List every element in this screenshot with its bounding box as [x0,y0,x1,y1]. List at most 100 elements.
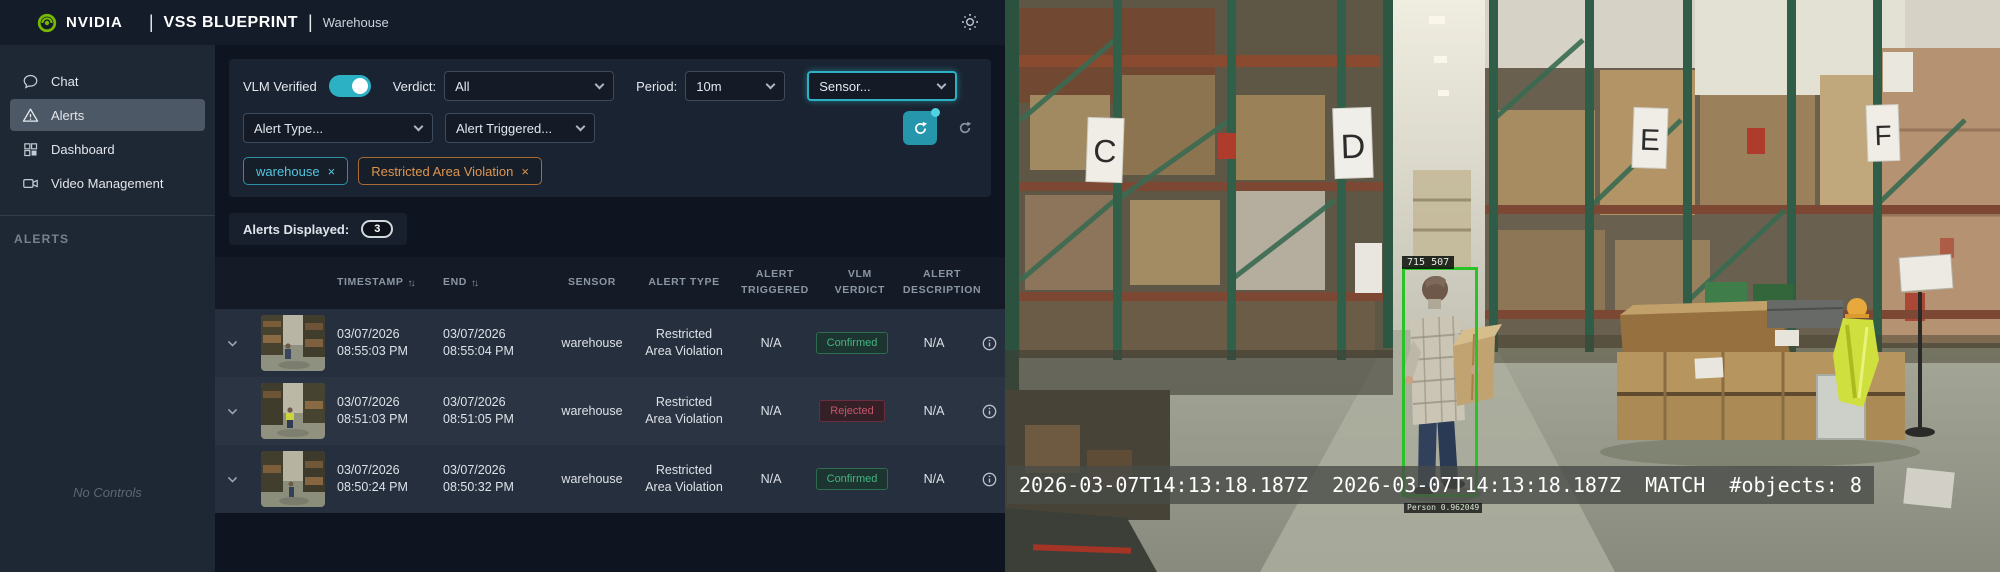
refresh-button[interactable] [953,116,977,140]
chevron-down-icon [575,121,586,131]
verdict-value: All [455,78,470,94]
header-label: END [443,276,467,289]
header-end: END ↑↓ [443,275,549,291]
alert-start-time: 08:55:03 PM [337,344,408,358]
alert-sensor: warehouse [561,471,623,486]
row-info-button[interactable] [973,336,1005,351]
chevron-down-icon [594,79,605,89]
nvidia-eye-icon [37,13,57,32]
video-camera-icon [23,178,38,188]
alert-type: Restricted Area Violation [645,395,723,426]
sidebar-item-dashboard[interactable]: Dashboard [10,133,205,165]
alert-row[interactable]: 03/07/2026 08:55:03 PM 03/07/2026 08:55:… [215,309,1005,377]
header-label: TIMESTAMP [337,276,404,289]
alerts-count-badge: 3 [361,220,394,238]
sort-icon[interactable]: ↑↓ [471,276,479,291]
period-value: 10m [696,78,722,94]
alert-thumbnail[interactable] [261,383,325,439]
filter-tag-restricted-area-violation[interactable]: Restricted Area Violation × [358,157,542,185]
theme-toggle-button[interactable] [957,9,983,35]
alerts-summary: Alerts Displayed: 3 [229,213,991,245]
alert-triggered: N/A [760,335,782,350]
title-separator: | [308,12,313,32]
alert-row[interactable]: 03/07/2026 08:51:03 PM 03/07/2026 08:51:… [215,377,1005,445]
vlm-verdict-badge: Confirmed [815,467,889,491]
sidebar-item-label: Chat [51,73,79,89]
alert-end-time: 08:50:32 PM [443,480,514,494]
refresh-icon [914,121,927,134]
header-timestamp: TIMESTAMP ↑↓ [337,275,443,291]
alert-start-date: 03/07/2026 [337,395,400,410]
sidebar-item-alerts[interactable]: Alerts [10,99,205,131]
header-sensor: SENSOR [568,276,616,289]
period-label: Period: [636,78,678,94]
sidebar-item-label: Video Management [51,175,164,191]
sidebar: Chat Alerts Dashboard Video Management A… [0,45,215,572]
remove-tag-icon[interactable]: × [521,164,529,179]
info-icon [982,472,996,486]
sun-icon [961,13,979,31]
verdict-select[interactable]: All [444,71,615,101]
alert-sensor: warehouse [561,403,623,418]
person-confidence-label: Person 0.962049 [1404,503,1483,513]
header-alert-triggered: ALERT TRIGGERED [741,268,809,296]
chevron-down-icon [227,340,237,347]
filter-card: VLM Verified Verdict: All Period: 10m Se… [229,59,991,197]
header-vlm-verdict: VLM VERDICT [834,268,885,296]
vlm-verified-toggle[interactable] [328,75,371,97]
expand-row-button[interactable] [215,473,249,486]
rack-sign-e: E [1639,124,1660,158]
alerts-panel: VLM Verified Verdict: All Period: 10m Se… [215,45,1005,572]
top-bar: NVIDIA | VSS BLUEPRINT | Warehouse [0,0,1005,45]
alert-end-date: 03/07/2026 [443,327,506,342]
alert-type: Restricted Area Violation [645,327,723,358]
expand-row-button[interactable] [215,405,249,418]
alert-triggered-select[interactable]: Alert Triggered... [445,113,595,143]
toggle-knob [351,78,368,94]
table-header-row: TIMESTAMP ↑↓ END ↑↓ SENSOR ALERT TYPE AL… [215,257,1005,309]
alert-triangle-icon [22,107,39,122]
refresh-status-dot [931,108,940,117]
sensor-select[interactable]: Sensor... [807,71,958,101]
alert-description: N/A [923,403,945,418]
chevron-down-icon [227,408,237,415]
expand-row-button[interactable] [215,337,249,350]
app-title: VSS BLUEPRINT [163,13,299,31]
header-alert-type: ALERT TYPE [648,276,720,289]
sidebar-item-video-management[interactable]: Video Management [10,167,205,199]
filter-tag-warehouse[interactable]: warehouse × [243,157,349,185]
alert-triggered: N/A [760,471,782,486]
sidebar-footer-note: No Controls [73,485,142,500]
alert-description: N/A [923,471,945,486]
tag-label: Restricted Area Violation [371,163,514,179]
alert-start-date: 03/07/2026 [337,463,400,478]
sidebar-item-chat[interactable]: Chat [10,65,205,97]
alert-triggered: N/A [760,403,782,418]
chevron-down-icon [413,121,424,131]
title-separator: | [148,12,154,32]
vlm-verdict-badge: Rejected [819,399,885,423]
alert-start-time: 08:50:24 PM [337,480,408,494]
alert-thumbnail[interactable] [261,451,325,507]
alert-type-select[interactable]: Alert Type... [243,113,433,143]
alert-end-time: 08:55:04 PM [443,344,514,358]
alert-end-date: 03/07/2026 [443,463,506,478]
sidebar-item-label: Dashboard [51,141,115,157]
sort-icon[interactable]: ↑↓ [407,276,415,291]
row-info-button[interactable] [973,472,1005,487]
period-select[interactable]: 10m [685,71,786,101]
alert-end-date: 03/07/2026 [443,395,506,410]
tag-label: warehouse [256,163,320,179]
sidebar-item-label: Alerts [51,107,85,123]
alert-triggered-placeholder: Alert Triggered... [456,120,553,136]
row-info-button[interactable] [973,404,1005,419]
vlm-verified-label: VLM Verified [243,78,317,94]
alert-thumbnail[interactable] [261,315,325,371]
alert-row[interactable]: 03/07/2026 08:50:24 PM 03/07/2026 08:50:… [215,445,1005,513]
page-title: Warehouse [322,15,389,30]
chevron-down-icon [765,79,776,89]
sensor-placeholder: Sensor... [819,78,871,94]
auto-refresh-button[interactable] [903,108,940,145]
remove-tag-icon[interactable]: × [328,164,336,179]
rack-sign-d: D [1340,128,1366,167]
